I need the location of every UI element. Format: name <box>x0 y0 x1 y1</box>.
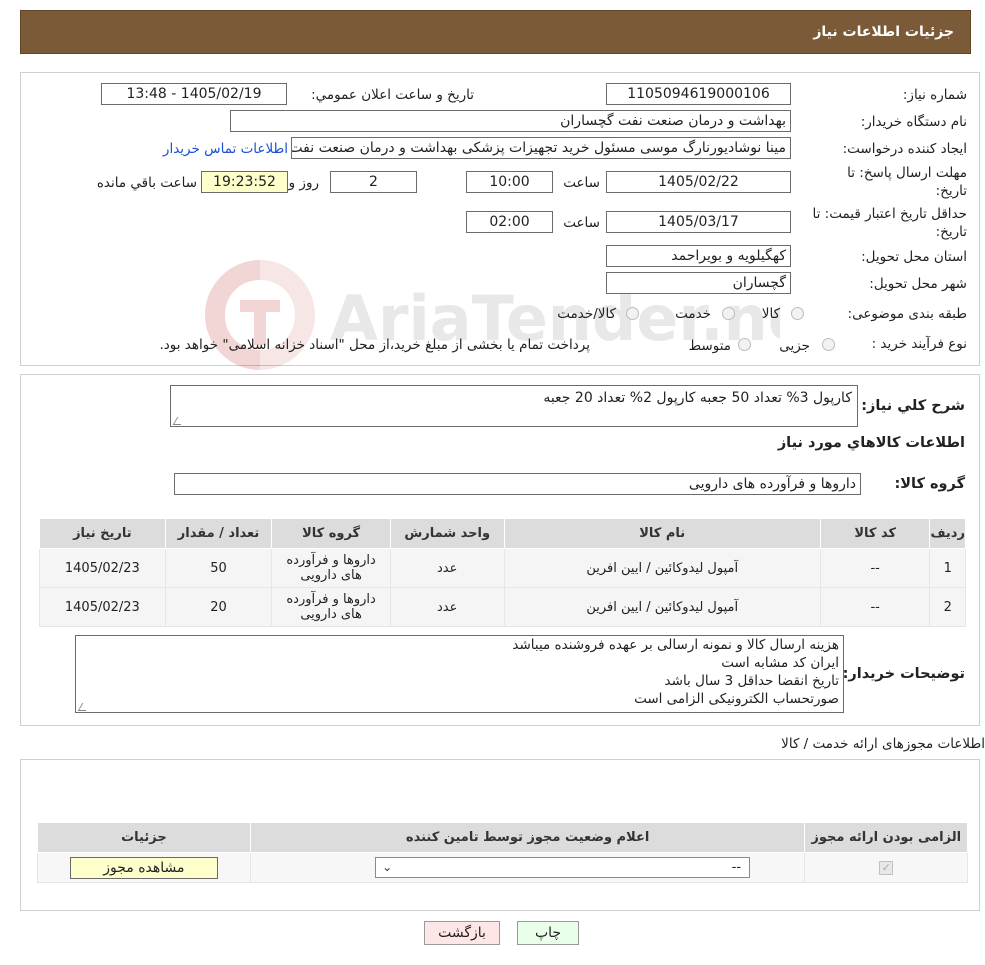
table-row: مشاهده مجوز -- ⌄ ✓ <box>37 852 968 883</box>
page-title: جزئیات اطلاعات نیاز <box>813 24 954 40</box>
col-quantity: تعداد / مقدار <box>164 518 273 549</box>
need-number-label: شماره نیاز: <box>902 87 967 103</box>
process-radio-minor[interactable] <box>822 338 835 351</box>
buyer-notes-textarea[interactable]: هزینه ارسال کالا و نمونه ارسالی بر عهده … <box>75 635 844 713</box>
deadline-date-field: 1405/02/22 <box>606 171 791 193</box>
permit-required-checkbox[interactable]: ✓ <box>879 861 894 875</box>
col-unit: واحد شمارش <box>389 518 505 549</box>
details-cell: مشاهده مجوز <box>37 852 251 883</box>
cell-quantity: 20 <box>164 587 273 627</box>
process-option-medium: متوسط <box>688 338 731 354</box>
col-row: ردیف <box>929 518 966 549</box>
col-goods-code: کد کالا <box>819 518 931 549</box>
validity-time-field: 02:00 <box>466 211 553 233</box>
goods-group-field: داروها و فرآورده های دارویی <box>174 473 861 495</box>
col-permit-required: الزامی بودن ارائه مجوز <box>804 822 968 853</box>
goods-group-label: گروه کالا: <box>894 476 965 492</box>
deadline-time-label: ساعت <box>563 175 600 191</box>
buyer-note-line: هزینه ارسال کالا و نمونه ارسالی بر عهده … <box>512 637 839 653</box>
cell-goods-name: آمپول لیدوکائین / ایین افرین <box>503 587 821 627</box>
category-option-goods-service: کالا/خدمت <box>557 306 616 322</box>
description-textarea[interactable]: کارپول 3% تعداد 50 جعبه کارپول 2% تعداد … <box>170 385 858 427</box>
category-radio-service[interactable] <box>722 307 735 320</box>
goods-table: تاریخ نیاز تعداد / مقدار گروه کالا واحد … <box>39 518 966 627</box>
buyer-note-line: تاریخ انقضا حداقل 3 سال باشد <box>664 673 839 689</box>
city-label: شهر محل تحویل: <box>869 276 967 292</box>
category-label: طبقه بندی موضوعی: <box>847 306 967 322</box>
cell-unit: عدد <box>389 548 505 588</box>
province-field: کهگیلویه و بویراحمد <box>606 245 791 267</box>
days-field: 2 <box>330 171 417 193</box>
buyer-org-label: نام دستگاه خريدار: <box>860 114 967 130</box>
buyer-org-field: بهداشت و درمان صنعت نفت گچساران <box>230 110 791 132</box>
buyer-contact-link[interactable]: اطلاعات تماس خریدار <box>163 141 288 157</box>
permit-status-select[interactable]: -- ⌄ <box>375 857 751 878</box>
remaining-time-field: 19:23:52 <box>201 171 288 193</box>
cell-row: 2 <box>929 587 966 627</box>
cell-goods-code: -- <box>819 587 931 627</box>
buyer-note-line: صورتحساب الکترونیکی الزامی است <box>634 691 839 707</box>
view-permit-button[interactable]: مشاهده مجوز <box>69 856 218 879</box>
need-number-field: 1105094619000106 <box>606 83 791 105</box>
deadline-time-field: 10:00 <box>466 171 553 193</box>
description-label: شرح کلي نیاز: <box>861 398 965 414</box>
permit-status-cell: -- ⌄ <box>249 852 806 883</box>
category-option-goods: کالا <box>761 306 780 322</box>
validity-date-field: 1405/03/17 <box>606 211 791 233</box>
col-goods-group: گروه کالا <box>271 518 391 549</box>
validity-time-label: ساعت <box>563 215 600 231</box>
announce-label: تاریخ و ساعت اعلان عمومي: <box>311 87 474 103</box>
validity-label-date: تاریخ: <box>935 224 967 240</box>
cell-goods-group: داروها و فرآورده های دارویی <box>271 587 391 627</box>
cell-goods-name: آمپول لیدوکائین / ایین افرین <box>503 548 821 588</box>
page-header: جزئیات اطلاعات نیاز <box>20 10 971 54</box>
deadline-label: مهلت ارسال پاسخ: تا <box>847 165 967 181</box>
permits-title: اطلاعات مجوزهای ارائه خدمت / کالا <box>781 736 985 752</box>
cell-quantity: 50 <box>164 548 273 588</box>
goods-info-title: اطلاعات کالاهاي مورد نیاز <box>777 435 965 451</box>
buyer-notes-label: توضیحات خریدار: <box>842 666 965 682</box>
col-permit-status: اعلام وضعیت مجوز توسط تامین کننده <box>249 822 806 853</box>
cell-unit: عدد <box>389 587 505 627</box>
col-goods-name: نام کالا <box>503 518 821 549</box>
category-option-service: خدمت <box>675 306 711 322</box>
cell-need-date: 1405/02/23 <box>39 587 166 627</box>
cell-need-date: 1405/02/23 <box>39 548 166 588</box>
col-need-date: تاریخ نیاز <box>39 518 166 549</box>
permit-status-value: -- <box>731 860 742 875</box>
category-radio-goods[interactable] <box>791 307 804 320</box>
table-row: 1405/02/23 20 داروها و فرآورده های داروی… <box>39 587 966 627</box>
category-radio-goods-service[interactable] <box>626 307 639 320</box>
col-details: جزئیات <box>37 822 251 853</box>
remaining-label: ساعت باقي مانده <box>96 175 197 191</box>
validity-label: حداقل تاریخ اعتبار قیمت: تا <box>812 206 967 222</box>
print-button[interactable]: چاپ <box>517 921 579 945</box>
deadline-label-date: تاریخ: <box>935 183 967 199</box>
province-label: استان محل تحویل: <box>861 249 967 265</box>
process-option-minor: جزیی <box>779 338 810 354</box>
chevron-down-icon: ⌄ <box>382 860 393 874</box>
cell-goods-code: -- <box>819 548 931 588</box>
creator-field: مینا نوشادیورنارگ موسی مسئول خرید تجهیزا… <box>291 137 791 159</box>
process-radio-medium[interactable] <box>738 338 751 351</box>
cell-row: 1 <box>929 548 966 588</box>
process-payment-note: پرداخت تمام یا بخشی از مبلغ خرید،از محل … <box>159 337 590 353</box>
permit-required-cell: ✓ <box>804 852 968 883</box>
buyer-note-line: ایران کد مشابه است <box>721 655 839 671</box>
back-button[interactable]: بازگشت <box>424 921 500 945</box>
announce-datetime-field: 1405/02/19 - 13:48 <box>101 83 287 105</box>
table-row: 1405/02/23 50 داروها و فرآورده های داروی… <box>39 548 966 588</box>
days-label: روز و <box>288 175 319 191</box>
city-field: گچساران <box>606 272 791 294</box>
cell-goods-group: داروها و فرآورده های دارویی <box>271 548 391 588</box>
process-label: نوع فرآیند خرید : <box>871 336 967 352</box>
creator-label: ایجاد کننده درخواست: <box>842 141 967 157</box>
permits-table: جزئیات اعلام وضعیت مجوز توسط تامین کننده… <box>37 822 968 883</box>
